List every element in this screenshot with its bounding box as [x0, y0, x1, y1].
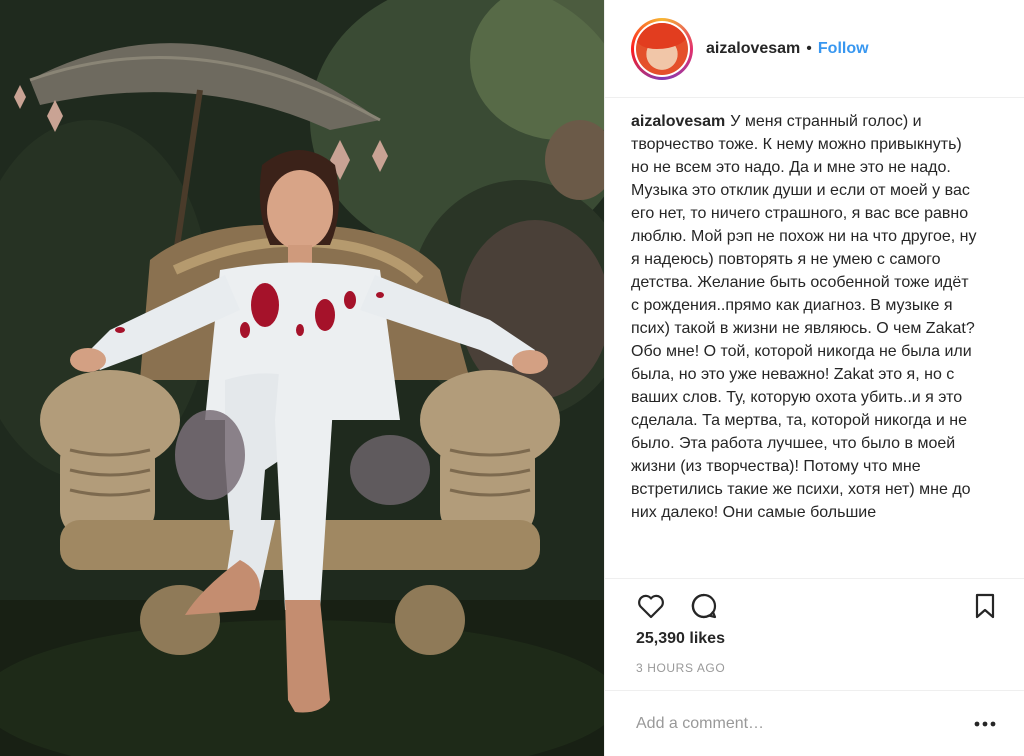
caption-username[interactable]: aizalovesam — [631, 113, 725, 130]
photo-illustration — [0, 0, 604, 756]
instagram-post: aizalovesam • Follow aizalovesam У меня с… — [0, 0, 1024, 756]
post-side-panel: aizalovesam • Follow aizalovesam У меня с… — [604, 0, 1024, 756]
caption-area[interactable]: aizalovesam У меня странный голос) и твор… — [631, 110, 1005, 575]
header-username[interactable]: aizalovesam — [706, 40, 800, 58]
speech-bubble-icon[interactable] — [689, 591, 719, 621]
action-bar — [605, 578, 1024, 628]
bookmark-icon[interactable] — [970, 591, 1000, 621]
avatar-hair — [636, 22, 688, 49]
post-photo[interactable] — [0, 0, 604, 756]
header-separator: • — [806, 39, 812, 57]
caption: aizalovesam У меня странный голос) и твор… — [631, 110, 981, 524]
post-header: aizalovesam • Follow — [605, 0, 1024, 98]
post-timestamp: 3 HOURS AGO — [636, 661, 726, 675]
comment-bar — [605, 690, 1024, 756]
comment-input[interactable] — [636, 714, 956, 733]
heart-icon[interactable] — [636, 591, 666, 621]
likes-count[interactable]: 25,390 likes — [636, 630, 725, 648]
ellipsis-icon[interactable] — [973, 717, 997, 731]
avatar-image — [636, 22, 688, 75]
follow-button[interactable]: Follow — [818, 40, 869, 58]
avatar[interactable] — [631, 17, 693, 80]
avatar-border — [634, 20, 690, 77]
caption-text: У меня странный голос) и творчество тоже… — [631, 113, 977, 521]
